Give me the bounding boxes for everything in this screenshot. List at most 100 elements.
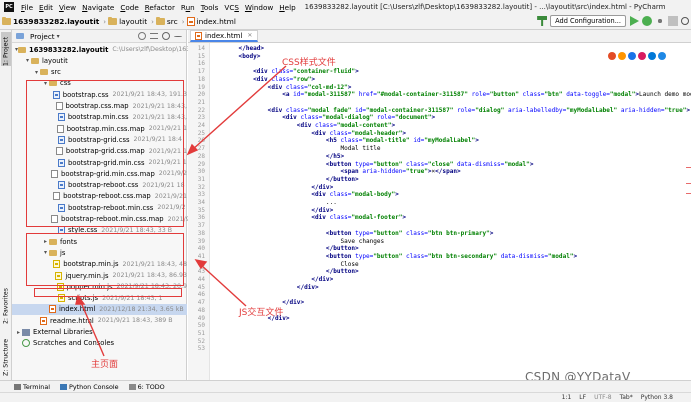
menu-tools[interactable]: Tools (198, 3, 222, 12)
line-number: 47 (197, 299, 205, 307)
error-marker[interactable] (686, 193, 691, 194)
close-icon[interactable]: ✕ (247, 32, 252, 39)
chevron-down-icon[interactable]: ▾ (24, 57, 31, 64)
line-number: 49 (197, 314, 205, 322)
chevron-right-icon[interactable]: ▸ (15, 329, 22, 336)
menu-run[interactable]: Run (178, 3, 198, 12)
chevron-down-icon[interactable]: ▾ (57, 33, 60, 40)
hide-icon[interactable] (174, 36, 182, 37)
tree-item[interactable]: ▾ src (12, 67, 187, 78)
line-number: 28 (197, 152, 205, 160)
breadcrumb-label: src (166, 17, 178, 26)
editor-tab-index-html[interactable]: index.html ✕ (190, 30, 259, 42)
todo-tool-button[interactable]: 6: TODO (128, 382, 165, 391)
error-marker[interactable] (686, 183, 691, 184)
breadcrumb-project[interactable]: 1639833282.layoutit (2, 17, 99, 26)
menu-refactor[interactable]: Refactor (142, 3, 178, 12)
tab-favorites[interactable]: 2: Favorites (1, 280, 11, 324)
coverage-icon[interactable] (655, 16, 665, 26)
todo-icon (128, 383, 136, 390)
tree-item[interactable]: ▾ layoutit (12, 55, 187, 66)
line-number: 50 (197, 322, 205, 330)
tree-item[interactable]: Scratches and Consoles (12, 338, 187, 349)
python-icon (60, 383, 68, 390)
tab-structure[interactable]: Z: Structure (1, 332, 11, 376)
menu-file[interactable]: File (18, 3, 36, 12)
chevron-right-icon: › (103, 17, 107, 26)
tree-item-label: Scratches and Consoles (33, 339, 115, 348)
menu-code[interactable]: Code (117, 3, 141, 12)
ie-icon[interactable] (648, 52, 656, 60)
safari-icon[interactable] (628, 52, 636, 60)
line-separator[interactable]: LF (579, 394, 586, 401)
python-interpreter[interactable]: Python 3.8 (641, 394, 673, 401)
stop-icon[interactable] (668, 16, 678, 26)
line-number: 23 (197, 114, 205, 122)
chrome-icon[interactable] (608, 52, 616, 60)
line-number: 27 (197, 145, 205, 153)
bottom-tool-stripe: Terminal Python Console 6: TODO (0, 380, 691, 392)
tree-item-label: src (51, 68, 61, 77)
build-hammer-icon[interactable] (537, 16, 548, 26)
gear-icon[interactable] (162, 32, 170, 40)
tree-item[interactable]: readme.html 2021/9/21 18:43, 389 B (12, 315, 187, 326)
line-number: 14 (197, 45, 205, 52)
project-panel-title[interactable]: Project (30, 32, 55, 41)
error-marker[interactable] (686, 167, 691, 168)
tree-item-label: readme.html (50, 316, 94, 325)
menu-navigate[interactable]: Navigate (79, 3, 117, 12)
home-annotation-label: 主页面 (91, 360, 119, 370)
line-number: 24 (197, 122, 205, 129)
menu-view[interactable]: View (56, 3, 79, 12)
todo-label: 6: TODO (137, 382, 165, 391)
tree-item-meta: 2021/9/21 18:43, 389 B (97, 317, 173, 325)
add-configuration-button[interactable]: Add Configuration... (550, 15, 626, 27)
project-view-icon (16, 33, 24, 39)
debug-icon[interactable] (642, 16, 652, 26)
collapse-all-icon[interactable] (150, 33, 158, 39)
error-stripe[interactable] (685, 43, 691, 380)
breadcrumb-index-html[interactable]: index.html (186, 17, 236, 26)
line-number: 40 (197, 245, 205, 253)
edge-icon[interactable] (658, 52, 666, 60)
opera-icon[interactable] (638, 52, 646, 60)
line-number: 41 (197, 252, 205, 260)
menu-edit[interactable]: Edit (36, 3, 56, 12)
breadcrumb-src[interactable]: src (155, 17, 178, 26)
tree-item[interactable]: ▾ 1639833282.layoutit C:\Users\zlf\Desktop… (12, 44, 206, 55)
tree-item[interactable]: ▸ External Libraries (12, 327, 187, 338)
chevron-down-icon[interactable]: ▾ (33, 69, 40, 76)
code-line: <body> (224, 52, 261, 60)
locate-file-icon[interactable] (138, 32, 146, 40)
indent-setting[interactable]: Tab* (620, 394, 633, 401)
menu-help[interactable]: Help (276, 3, 298, 12)
line-number: 18 (197, 75, 205, 83)
firefox-icon[interactable] (618, 52, 626, 60)
project-panel-tools (138, 32, 186, 40)
html-file-icon (186, 17, 195, 26)
file-encoding[interactable]: UTF-8 (594, 394, 612, 401)
run-icon[interactable] (630, 16, 639, 26)
line-number: 19 (197, 83, 205, 91)
line-number: 26 (197, 137, 205, 145)
run-toolbar: Add Configuration... (537, 15, 689, 27)
line-number: 42 (197, 260, 205, 268)
caret-position[interactable]: 1:1 (562, 394, 572, 401)
menu-vcs[interactable]: VCS (221, 3, 242, 12)
tree-item[interactable]: index.html 2021/12/18 21:34, 3.65 kB (12, 303, 187, 315)
line-number: 44 (197, 276, 205, 283)
line-number: 30 (197, 168, 205, 176)
python-console-tool-button[interactable]: Python Console (60, 383, 119, 391)
terminal-tool-button[interactable]: Terminal (14, 383, 50, 391)
line-number: 36 (197, 214, 205, 222)
menu-window[interactable]: Window (242, 3, 276, 12)
tree-item-label: index.html (59, 305, 96, 314)
html-file-icon (40, 316, 47, 325)
breadcrumb-layoutit[interactable]: layoutit (108, 17, 147, 26)
line-number-gutter: 14 15 16 17 18 19 20 21 22 23 24 25 26 27 28 29 30 31 32 33… (188, 43, 210, 380)
line-number: 52 (197, 337, 205, 345)
tab-project[interactable]: 1: Project (1, 32, 11, 66)
library-icon (22, 328, 30, 336)
folder-icon (18, 46, 27, 53)
search-icon[interactable] (681, 17, 689, 25)
